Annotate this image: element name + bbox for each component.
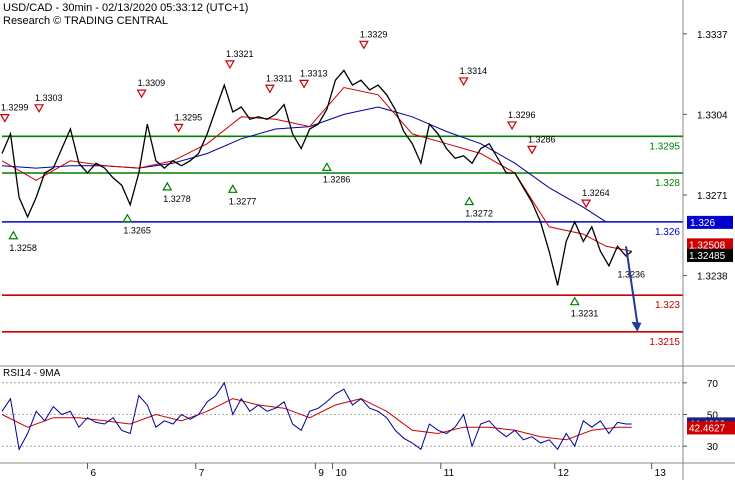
swing-high-label: 1.3264 xyxy=(582,188,610,198)
swing-low-label: 1.3277 xyxy=(229,196,257,206)
swing-high-label: 1.3314 xyxy=(460,66,488,76)
swing-low-label: 1.3286 xyxy=(323,174,351,184)
rsi-y-tick-label: 70 xyxy=(707,379,719,390)
swing-high-label: 1.3299 xyxy=(1,103,29,113)
last-price-label: 1.32485 xyxy=(689,251,726,262)
level-label-1.326: 1.326 xyxy=(655,227,680,238)
usdcad-chart: 1.3295 1.328 1.326 1.323 1.3215 1.3299 1.3258 1… xyxy=(0,0,735,480)
swing-high-label: 1.3295 xyxy=(175,112,203,122)
x-tick-label: 10 xyxy=(336,468,348,479)
x-tick-label: 11 xyxy=(444,468,455,479)
swing-high-label: 1.3309 xyxy=(138,78,166,88)
swing-low-label: 1.3231 xyxy=(571,309,599,319)
swing-high-label: 1.3321 xyxy=(226,49,254,59)
x-tick-label: 7 xyxy=(199,468,205,479)
rsi-ma-last-label: 42.4627 xyxy=(689,423,726,434)
x-tick-label: 6 xyxy=(90,468,96,479)
chart-background xyxy=(0,0,735,480)
swing-high-label: 1.3329 xyxy=(360,29,388,39)
level-label-1.328: 1.328 xyxy=(655,178,680,189)
pivot-axis-label: 1.326 xyxy=(690,218,715,229)
swing-high-label: 1.3311 xyxy=(266,73,293,83)
y-tick-label: 1.3238 xyxy=(697,272,728,283)
rsi-y-tick-label: 30 xyxy=(707,442,719,453)
swing-high-label: 1.3313 xyxy=(300,68,328,78)
x-tick-label: 9 xyxy=(318,468,324,479)
swing-high-label: 1.3296 xyxy=(508,110,536,120)
level-label-1.3215: 1.3215 xyxy=(649,337,680,348)
chart-subtitle: Research © TRADING CENTRAL xyxy=(3,15,168,27)
swing-high-label: 1.3303 xyxy=(35,93,63,103)
chart-title: USD/CAD - 30min - 02/13/2020 05:33:12 (U… xyxy=(3,2,249,14)
level-label-1.3295: 1.3295 xyxy=(649,141,680,152)
x-tick-label: 13 xyxy=(655,468,667,479)
swing-low-label: 1.3258 xyxy=(9,243,37,253)
swing-low-label: 1.3278 xyxy=(163,194,191,204)
y-tick-label: 1.3337 xyxy=(697,30,728,41)
swing-low-label: 1.3265 xyxy=(123,226,151,236)
y-tick-label: 1.3304 xyxy=(697,110,728,121)
rsi-title: RSI14 - 9MA xyxy=(3,368,61,379)
level-label-1.323: 1.323 xyxy=(655,300,680,311)
y-tick-label: 1.3271 xyxy=(697,191,728,202)
swing-low-label: 1.3272 xyxy=(465,209,493,219)
x-tick-label: 12 xyxy=(558,468,570,479)
swing-high-label: 1.3286 xyxy=(528,134,556,144)
